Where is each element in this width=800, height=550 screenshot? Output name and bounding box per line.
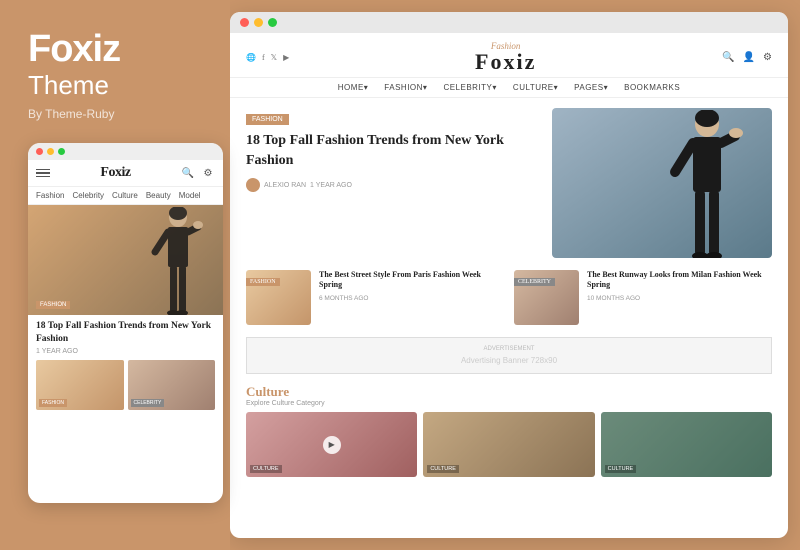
desktop-nav-fashion[interactable]: FASHION▾: [384, 83, 427, 92]
desktop-mockup: 🌐 f 𝕏 ▶ Fashion Foxiz 🔍 👤 ⚙ HOME▾ FASHIO…: [230, 12, 788, 538]
left-panel: Foxiz Theme By Theme-Ruby Foxiz 🔍 ⚙ Fash: [0, 0, 230, 550]
sub-article-card-2: CELEBRITY The Best Runway Looks from Mil…: [514, 270, 772, 325]
right-panel: 🌐 f 𝕏 ▶ Fashion Foxiz 🔍 👤 ⚙ HOME▾ FASHIO…: [230, 0, 800, 550]
brand-by: By Theme-Ruby: [28, 107, 210, 121]
desktop-search-icon[interactable]: 🔍: [722, 52, 734, 63]
culture-title: Culture: [246, 384, 772, 400]
mobile-header-right: 🔍 ⚙: [181, 166, 215, 180]
desktop-nav-culture[interactable]: CULTURE▾: [513, 83, 558, 92]
culture-badge-1: CULTURE: [250, 465, 282, 473]
culture-item-3: CULTURE: [601, 412, 772, 477]
desktop-main: FASHION 18 Top Fall Fashion Trends from …: [230, 98, 788, 538]
desktop-dot-yellow: [254, 18, 263, 27]
desktop-user-icon[interactable]: 👤: [743, 52, 755, 63]
mobile-hero-badge: FASHION: [36, 301, 70, 309]
culture-section: Culture Explore Culture Category ▶ CULTU…: [230, 378, 788, 477]
mobile-sub-articles: FASHION CELEBRITY: [28, 360, 223, 418]
culture-item-2: CULTURE: [423, 412, 594, 477]
desktop-nav: HOME▾ FASHION▾ CELEBRITY▾ CULTURE▾ PAGES…: [230, 78, 788, 98]
sub-card-badge-1: FASHION: [246, 278, 280, 286]
desktop-logo: Fashion Foxiz: [289, 41, 722, 73]
sub-card-title-2: The Best Runway Looks from Milan Fashion…: [587, 270, 772, 291]
mobile-header-left: [36, 169, 50, 178]
brand-subtitle: Theme: [28, 70, 210, 101]
sub-card-meta-1: 6 MONTHS AGO: [319, 295, 504, 302]
mobile-nav-fashion[interactable]: Fashion: [36, 191, 64, 200]
twitter-icon: 𝕏: [271, 53, 277, 62]
desktop-header-right: 🔍 👤 ⚙: [722, 52, 772, 63]
sub-articles-row: FASHION The Best Street Style From Paris…: [230, 266, 788, 333]
desktop-logo-main: Foxiz: [289, 51, 722, 73]
hero-image: [552, 108, 772, 258]
mobile-sub-badge-1: FASHION: [39, 399, 67, 407]
desktop-dot-red: [240, 18, 249, 27]
desktop-settings-icon[interactable]: ⚙: [763, 52, 772, 63]
mobile-model-figure: [143, 207, 213, 315]
mobile-dot-yellow: [47, 148, 54, 155]
mobile-sub-img-2: CELEBRITY: [128, 360, 216, 410]
mobile-nav-culture[interactable]: Culture: [112, 191, 138, 200]
desktop-dot-green: [268, 18, 277, 27]
hero-article: FASHION 18 Top Fall Fashion Trends from …: [230, 98, 788, 266]
mobile-hero-title: 18 Top Fall Fashion Trends from New York…: [28, 315, 223, 348]
globe-icon: 🌐: [246, 53, 256, 62]
mobile-hero-image: FASHION: [28, 205, 223, 315]
brand-name: Foxiz: [28, 30, 210, 68]
mobile-top-bar: [28, 143, 223, 160]
sub-card-text-1: The Best Street Style From Paris Fashion…: [319, 270, 504, 302]
hero-badge: FASHION: [246, 114, 289, 125]
culture-subtitle: Explore Culture Category: [246, 400, 772, 407]
ad-banner: ADVERTISEMENT Advertising Banner 728x90: [246, 337, 772, 374]
mobile-hero-meta: 1 YEAR AGO: [28, 348, 223, 360]
hero-time: 1 YEAR AGO: [310, 182, 352, 189]
mobile-sub-article-1: FASHION: [36, 360, 124, 410]
desktop-site-header: 🌐 f 𝕏 ▶ Fashion Foxiz 🔍 👤 ⚙: [230, 33, 788, 78]
sub-card-text-2: The Best Runway Looks from Milan Fashion…: [587, 270, 772, 302]
desktop-nav-home[interactable]: HOME▾: [338, 83, 369, 92]
mobile-nav-beauty[interactable]: Beauty: [146, 191, 171, 200]
desktop-nav-pages[interactable]: PAGES▾: [574, 83, 608, 92]
sub-card-meta-2: 10 MONTHS AGO: [587, 295, 772, 302]
facebook-icon: f: [262, 53, 265, 62]
sub-article-card-1: FASHION The Best Street Style From Paris…: [246, 270, 504, 325]
desktop-model-figure: [657, 110, 757, 258]
desktop-social-icons: 🌐 f 𝕏 ▶: [246, 53, 289, 62]
mobile-header: Foxiz 🔍 ⚙: [28, 160, 223, 187]
mobile-logo: Foxiz: [100, 165, 130, 181]
hero-title: 18 Top Fall Fashion Trends from New York…: [246, 131, 540, 170]
hero-meta: ALEXIO RAN 1 YEAR AGO: [246, 178, 540, 192]
hero-author-name: ALEXIO RAN: [264, 182, 306, 189]
ad-placeholder: Advertising Banner 728x90: [255, 356, 763, 365]
mobile-nav-model[interactable]: Model: [179, 191, 201, 200]
sub-card-img-2: CELEBRITY: [514, 270, 579, 325]
play-button-1[interactable]: ▶: [323, 436, 341, 454]
sub-card-title-1: The Best Street Style From Paris Fashion…: [319, 270, 504, 291]
mobile-dot-red: [36, 148, 43, 155]
desktop-nav-celebrity[interactable]: CELEBRITY▾: [443, 83, 496, 92]
mobile-mockup: Foxiz 🔍 ⚙ Fashion Celebrity Culture Beau…: [28, 143, 223, 503]
mobile-nav-celebrity[interactable]: Celebrity: [72, 191, 104, 200]
culture-badge-2: CULTURE: [427, 465, 459, 473]
mobile-sub-article-2: CELEBRITY: [128, 360, 216, 410]
desktop-nav-bookmarks[interactable]: BOOKMARKS: [624, 83, 680, 92]
mobile-menu-icon[interactable]: [36, 169, 50, 178]
culture-badge-3: CULTURE: [605, 465, 637, 473]
mobile-sub-badge-2: CELEBRITY: [131, 399, 165, 407]
sub-card-badge-2: CELEBRITY: [514, 278, 555, 286]
desktop-content: FASHION 18 Top Fall Fashion Trends from …: [230, 98, 788, 538]
culture-grid: ▶ CULTURE CULTURE CULTURE: [246, 412, 772, 477]
desktop-top-bar: [230, 12, 788, 33]
hero-text: FASHION 18 Top Fall Fashion Trends from …: [246, 108, 552, 192]
hero-author-avatar: [246, 178, 260, 192]
sub-card-img-1: FASHION: [246, 270, 311, 325]
mobile-nav: Fashion Celebrity Culture Beauty Model: [28, 187, 223, 205]
ad-label: ADVERTISEMENT: [255, 346, 763, 352]
mobile-sub-img-1: FASHION: [36, 360, 124, 410]
mobile-dot-green: [58, 148, 65, 155]
mobile-search-icon[interactable]: 🔍: [181, 166, 195, 180]
mobile-settings-icon[interactable]: ⚙: [201, 166, 215, 180]
culture-item-1: ▶ CULTURE: [246, 412, 417, 477]
